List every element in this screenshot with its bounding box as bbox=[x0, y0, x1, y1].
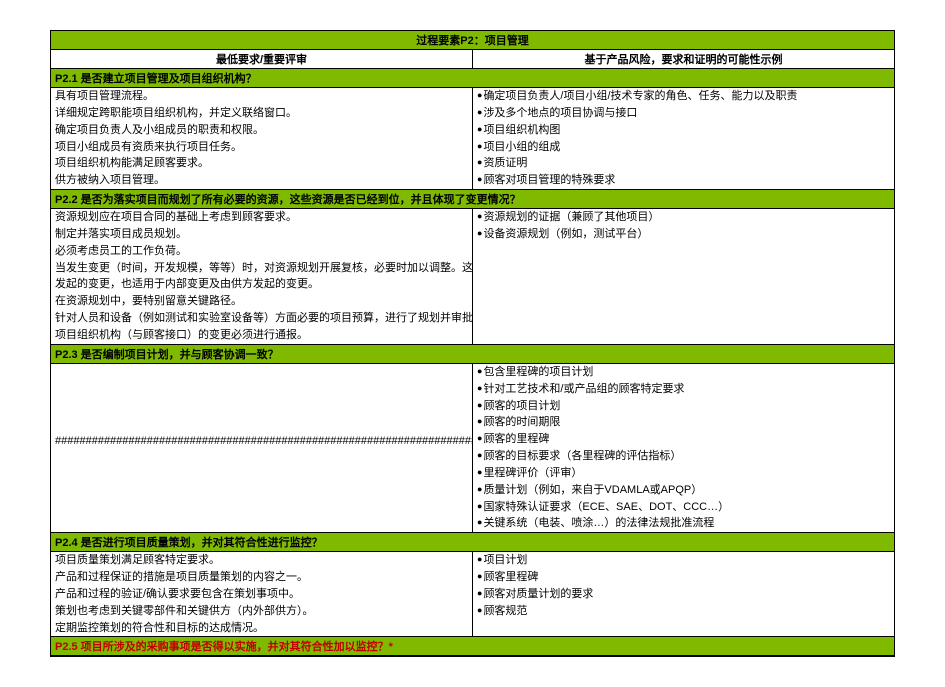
example-line: 质量计划（例如，来自于VDAMLA或APQP） bbox=[473, 482, 894, 499]
column-header-left: 最低要求/重要评审 bbox=[51, 50, 473, 69]
requirement-line: 具有项目管理流程。 bbox=[51, 88, 472, 105]
requirement-line: 产品和过程的验证/确认要求要包含在策划事项中。 bbox=[51, 586, 472, 603]
table-title: 过程要素P2：项目管理 bbox=[51, 31, 894, 50]
example-line: 顾客规范 bbox=[473, 603, 894, 620]
requirement-line: 必须考虑员工的工作负荷。 bbox=[51, 243, 472, 260]
example-line: 包含里程碑的项目计划 bbox=[473, 364, 894, 381]
example-line: 项目小组的组成 bbox=[473, 139, 894, 156]
requirement-line: 制定并落实项目成员规划。 bbox=[51, 226, 472, 243]
section-title: P2.4 是否进行项目质量策划，并对其符合性进行监控？ bbox=[51, 533, 894, 552]
requirement-line: 策划也考虑到关键零部件和关键供方（内外部供方）。 bbox=[51, 603, 472, 620]
section-title: P2.3 是否编制项目计划，并与顾客协调一致？ bbox=[51, 344, 894, 363]
requirement-line: 发起的变更，也适用于内部变更及由供方发起的变更。 bbox=[51, 276, 472, 293]
section-right-cell: 确定项目负责人/项目小组/技术专家的角色、任务、能力以及职责涉及多个地点的项目协… bbox=[473, 88, 895, 190]
requirement-line: 定期监控策划的符合性和目标的达成情况。 bbox=[51, 620, 472, 637]
requirement-line: 项目组织机构（与顾客接口）的变更必须进行通报。 bbox=[51, 327, 472, 344]
hash-filler: ########################################… bbox=[51, 364, 472, 450]
section-title: P2.1 是否建立项目管理及项目组织机构？ bbox=[51, 69, 894, 88]
column-header-right: 基于产品风险，要求和证明的可能性示例 bbox=[473, 50, 895, 69]
requirement-line: 供方被纳入项目管理。 bbox=[51, 172, 472, 189]
example-line: 国家特殊认证要求（ECE、SAE、DOT、CCC…） bbox=[473, 499, 894, 516]
example-line: 顾客的时间期限 bbox=[473, 414, 894, 431]
requirement-line: 详细规定跨职能项目组织机构，并定义联络窗口。 bbox=[51, 105, 472, 122]
section-left-cell: 资源规划应在项目合同的基础上考虑到顾客要求。制定并落实项目成员规划。必须考虑员工… bbox=[51, 209, 473, 345]
requirement-line: 针对人员和设备（例如测试和实验室设备等）方面必要的项目预算，进行了规划并审批通过… bbox=[51, 310, 472, 327]
section-left-cell: ########################################… bbox=[51, 363, 473, 532]
example-line: 顾客对质量计划的要求 bbox=[473, 586, 894, 603]
requirement-line: 产品和过程保证的措施是项目质量策划的内容之一。 bbox=[51, 569, 472, 586]
example-line: 资质证明 bbox=[473, 155, 894, 172]
example-line: 确定项目负责人/项目小组/技术专家的角色、任务、能力以及职责 bbox=[473, 88, 894, 105]
example-line: 资源规划的证据（兼顾了其他项目） bbox=[473, 209, 894, 226]
requirement-line: 在资源规划中，要特别留意关键路径。 bbox=[51, 293, 472, 310]
example-line: 设备资源规划（例如，测试平台） bbox=[473, 226, 894, 243]
example-line: 顾客里程碑 bbox=[473, 569, 894, 586]
example-line: 关键系统（电装、喷涂…）的法律法规批准流程 bbox=[473, 515, 894, 532]
requirement-line: 项目组织机构能满足顾客要求。 bbox=[51, 155, 472, 172]
example-line: 顾客对项目管理的特殊要求 bbox=[473, 172, 894, 189]
section-right-cell: 项目计划顾客里程碑顾客对质量计划的要求顾客规范 bbox=[473, 552, 895, 637]
requirement-line: 项目质量策划满足顾客特定要求。 bbox=[51, 552, 472, 569]
example-line: 项目计划 bbox=[473, 552, 894, 569]
section-left-cell: 具有项目管理流程。详细规定跨职能项目组织机构，并定义联络窗口。确定项目负责人及小… bbox=[51, 88, 473, 190]
audit-table: 过程要素P2：项目管理 最低要求/重要评审 基于产品风险，要求和证明的可能性示例… bbox=[51, 31, 894, 656]
requirement-line: 项目小组成员有资质来执行项目任务。 bbox=[51, 139, 472, 156]
requirement-line: 资源规划应在项目合同的基础上考虑到顾客要求。 bbox=[51, 209, 472, 226]
section-right-cell: 资源规划的证据（兼顾了其他项目）设备资源规划（例如，测试平台） bbox=[473, 209, 895, 345]
example-line: 顾客的目标要求（各里程碑的评估指标） bbox=[473, 448, 894, 465]
example-line: 顾客的里程碑 bbox=[473, 431, 894, 448]
example-line: 里程碑评价（评审） bbox=[473, 465, 894, 482]
example-line: 针对工艺技术和/或产品组的顾客特定要求 bbox=[473, 381, 894, 398]
section-title: P2.5 项目所涉及的采购事项是否得以实施，并对其符合性加以监控？* bbox=[51, 637, 894, 656]
example-line: 涉及多个地点的项目协调与接口 bbox=[473, 105, 894, 122]
section-right-cell: 包含里程碑的项目计划针对工艺技术和/或产品组的顾客特定要求顾客的项目计划顾客的时… bbox=[473, 363, 895, 532]
example-line: 项目组织机构图 bbox=[473, 122, 894, 139]
example-line: 顾客的项目计划 bbox=[473, 398, 894, 415]
requirement-line: 当发生变更（时间，开发规模，等等）时，对资源规划开展复核，必要时加以调整。这既适… bbox=[51, 260, 472, 277]
requirement-line: 确定项目负责人及小组成员的职责和权限。 bbox=[51, 122, 472, 139]
section-title: P2.2 是否为落实项目而规划了所有必要的资源，这些资源是否已经到位，并且体现了… bbox=[51, 190, 894, 209]
section-left-cell: 项目质量策划满足顾客特定要求。产品和过程保证的措施是项目质量策划的内容之一。产品… bbox=[51, 552, 473, 637]
